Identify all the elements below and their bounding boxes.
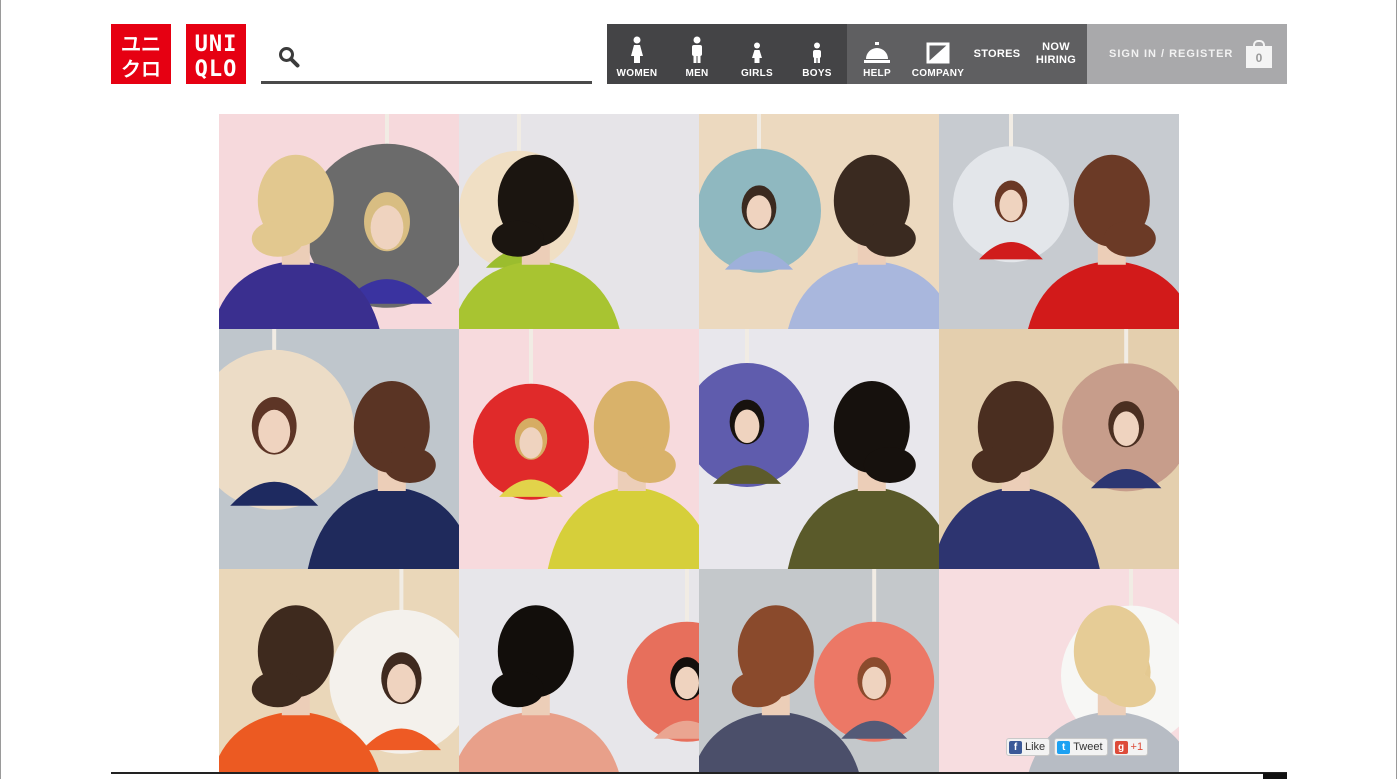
hairstyle-tile[interactable]	[459, 329, 699, 569]
logo-ja-line-1: ユニ	[121, 32, 161, 56]
search-icon[interactable]	[278, 46, 300, 73]
hairstyle-photo	[459, 114, 620, 329]
hairstyle-photo	[459, 569, 699, 774]
hairstyle-tile[interactable]	[459, 569, 699, 774]
nav-help[interactable]: HELP	[847, 24, 907, 84]
search-input[interactable]	[305, 44, 589, 76]
hairstyle-photo	[953, 114, 1179, 329]
nav-now-hiring-line-2: HIRING	[1035, 54, 1077, 66]
nav-stores-label: STORES	[973, 47, 1021, 60]
hairstyle-photo	[699, 569, 935, 774]
nav-boys-label: BOYS	[802, 68, 832, 79]
nav-boys[interactable]: BOYS	[787, 24, 847, 84]
nav-help-label: HELP	[863, 68, 891, 79]
girl-icon	[752, 42, 762, 63]
nav-girls[interactable]: GIRLS	[727, 24, 787, 84]
nav-women-label: WOMEN	[616, 68, 658, 79]
tweet-button[interactable]: t Tweet	[1054, 738, 1108, 756]
nav-men-label: MEN	[685, 68, 709, 79]
footer-divider	[111, 772, 1287, 774]
shopping-bag-button[interactable]: 0	[1246, 40, 1272, 68]
hairstyle-photo-grid	[219, 114, 1179, 774]
hairstyle-photo	[699, 329, 939, 569]
hairstyle-tile[interactable]	[459, 114, 699, 329]
man-icon	[692, 36, 702, 63]
boy-icon	[813, 42, 821, 63]
twitter-icon: t	[1057, 740, 1071, 754]
uniqlo-logo[interactable]: UNI QLO	[186, 24, 246, 84]
hairstyle-photo	[699, 114, 939, 329]
logo-en-line-2: QLO	[195, 57, 238, 82]
nav-girls-label: GIRLS	[740, 68, 774, 79]
nav-now-hiring-line-1: NOW	[1042, 41, 1070, 53]
logo-en-line-1: UNI	[195, 32, 238, 57]
hairstyle-tile[interactable]	[699, 569, 939, 774]
nav-company[interactable]: COMPANY	[907, 24, 969, 84]
hairstyle-tile[interactable]	[699, 114, 939, 329]
window-border-left	[0, 0, 1, 779]
nav-now-hiring[interactable]: NOW HIRING	[1025, 24, 1087, 84]
hairstyle-tile[interactable]	[219, 329, 459, 569]
facebook-like-label: Like	[1025, 741, 1046, 753]
hairstyle-tile[interactable]	[699, 329, 939, 569]
account-bar: SIGN IN / REGISTER 0	[1087, 24, 1287, 84]
company-icon	[926, 42, 950, 64]
google-plus-one-label: +1	[1130, 741, 1144, 753]
social-share-bar: f Like t Tweet g +1	[1006, 738, 1149, 756]
hairstyle-photo	[939, 329, 1179, 569]
tweet-label: Tweet	[1073, 741, 1103, 753]
search-bar[interactable]	[261, 38, 592, 84]
service-bell-icon	[864, 42, 890, 63]
google-plus-icon: g	[1114, 740, 1128, 754]
nav-stores[interactable]: STORES	[969, 24, 1025, 84]
hairstyle-tile[interactable]	[939, 114, 1179, 329]
facebook-icon: f	[1009, 740, 1022, 754]
search-underline	[261, 81, 592, 84]
google-plus-one-button[interactable]: g +1	[1111, 738, 1149, 756]
logo-ja-line-2: クロ	[121, 57, 161, 81]
uniqlo-logo-japanese[interactable]: ユニ クロ	[111, 24, 171, 84]
sign-in-register-link[interactable]: SIGN IN / REGISTER	[1109, 48, 1233, 60]
main-nav: WOMEN MEN GIRLS BOYS HELP COMPANY STORES…	[607, 24, 1087, 84]
footer-tab[interactable]	[1263, 773, 1287, 779]
hairstyle-photo	[219, 114, 459, 329]
hairstyle-photo	[219, 569, 459, 774]
hairstyle-photo	[473, 329, 699, 569]
nav-women[interactable]: WOMEN	[607, 24, 667, 84]
hairstyle-tile[interactable]	[939, 329, 1179, 569]
hairstyle-tile[interactable]	[219, 114, 459, 329]
nav-men[interactable]: MEN	[667, 24, 727, 84]
hairstyle-tile[interactable]	[219, 569, 459, 774]
nav-company-label: COMPANY	[911, 68, 965, 79]
facebook-like-button[interactable]: f Like	[1006, 738, 1051, 756]
hairstyle-photo	[219, 329, 459, 569]
cart-count: 0	[1246, 46, 1272, 68]
woman-icon	[631, 36, 643, 63]
